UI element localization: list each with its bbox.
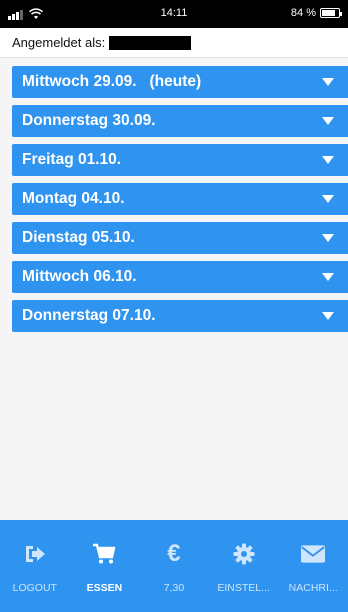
day-item[interactable]: Mittwoch 06.10. [12,261,348,293]
nav-label: 7,30 [163,582,185,594]
caret-down-icon [322,195,334,203]
day-item[interactable]: Donnerstag 07.10. [12,300,348,332]
caret-down-icon [322,234,334,242]
day-list: Mittwoch 29.09. (heute) Donnerstag 30.09… [12,66,348,339]
cart-icon [92,542,116,566]
mail-icon [301,542,326,566]
gear-icon [232,542,256,566]
battery-percent: 84 % [290,7,316,19]
user-header: Angemeldet als: [0,28,348,58]
bottom-nav: LOGOUT ESSEN € 7,30 EINSTEL... NACHRI... [0,520,348,612]
app-screen: 14:11 84 % Angemeldet als: Mittwoch 29.0… [0,0,348,612]
logout-icon [23,542,47,566]
nav-label: LOGOUT [12,582,57,594]
battery-icon [320,8,342,18]
user-name-redacted [109,35,192,50]
caret-down-icon [322,156,334,164]
euro-icon: € [167,540,181,567]
day-item[interactable]: Donnerstag 30.09. [12,105,348,137]
day-label: Freitag 01.10. [22,151,122,168]
day-item[interactable]: Freitag 01.10. [12,144,348,176]
day-label: Donnerstag 30.09. [22,112,156,129]
nav-settings[interactable]: EINSTEL... [209,520,279,612]
nav-label: EINSTEL... [217,582,270,594]
caret-down-icon [322,312,334,320]
nav-messages[interactable]: NACHRI... [278,520,348,612]
nav-logout[interactable]: LOGOUT [0,520,70,612]
day-label: Mittwoch 06.10. [22,268,137,285]
status-bar: 14:11 84 % [0,0,348,28]
day-label: Donnerstag 07.10. [22,307,156,324]
battery-fill [322,10,336,16]
status-right: 84 % [290,7,342,19]
caret-down-icon [322,273,334,281]
nav-balance[interactable]: € 7,30 [139,520,209,612]
nav-essen[interactable]: ESSEN [70,520,140,612]
day-label: Montag 04.10. [22,190,125,207]
day-label: Mittwoch 29.09. (heute) [22,73,202,90]
day-item[interactable]: Montag 04.10. [12,183,348,215]
caret-down-icon [322,117,334,125]
day-item[interactable]: Mittwoch 29.09. (heute) [12,66,348,98]
caret-down-icon [322,78,334,86]
nav-label: NACHRI... [288,582,338,594]
day-item[interactable]: Dienstag 05.10. [12,222,348,254]
logged-in-label: Angemeldet als: [12,35,106,50]
day-label: Dienstag 05.10. [22,229,135,246]
nav-label: ESSEN [86,582,123,594]
